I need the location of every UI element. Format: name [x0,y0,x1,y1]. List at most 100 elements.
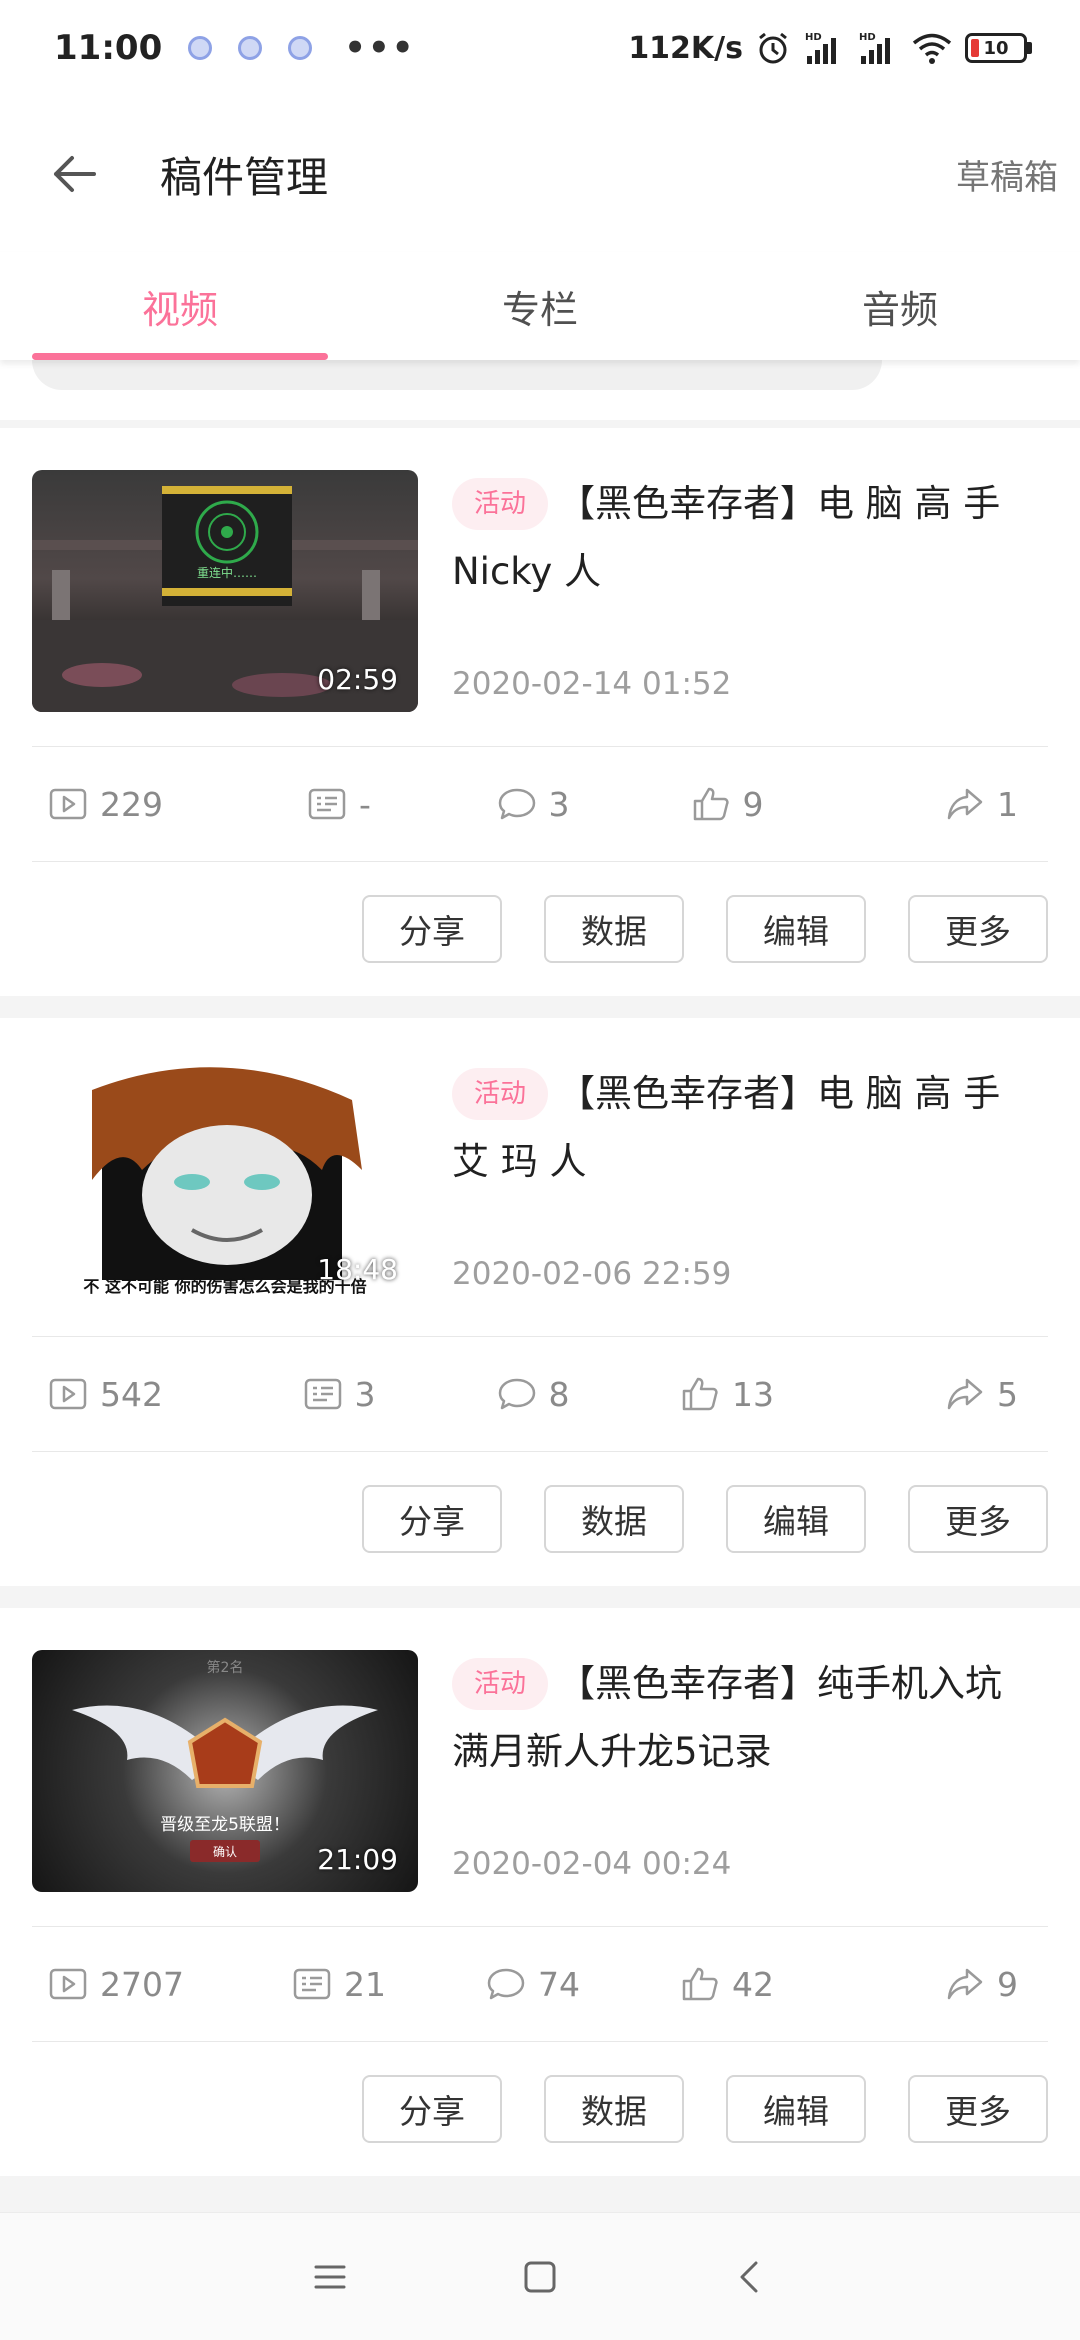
more-button[interactable]: 更多 [908,2075,1048,2143]
edit-button[interactable]: 编辑 [726,2075,866,2143]
share-icon [947,788,983,820]
thumbs-up-icon [682,1377,718,1411]
screen: 11:00 ••• 112K/s HD HD 10 稿件管理 草稿箱 视频 专栏… [0,0,1080,2340]
activity-tag: 活动 [452,1068,549,1120]
video-title-line2: Nicky 人 [452,550,602,593]
publish-date: 2020-02-14 01:52 [452,666,732,702]
share-button[interactable]: 分享 [362,1485,502,1553]
back-triangle-icon [740,2261,758,2292]
activity-tag: 活动 [452,1658,549,1710]
action-row: 分享 数据 编辑 更多 [0,1452,1080,1586]
stats-row: 229 - 3 9 1 [32,746,1048,862]
play-count: 229 [32,784,242,824]
comment-count: 74 [436,1964,630,2004]
menu-nav-button[interactable] [300,2247,360,2307]
video-duration: 02:59 [317,663,398,696]
more-button[interactable]: 更多 [908,1485,1048,1553]
danmaku-icon [308,788,346,820]
video-card: 不 这不可能 你的伤害怎么会是我的十倍 18:48 活动 【黑色幸存者】电 脑 高… [0,1018,1080,1586]
comment-icon [498,1378,535,1410]
play-count: 2707 [32,1964,242,2004]
notification-icons: ••• [188,28,415,68]
danmaku-icon [304,1378,341,1410]
tab-column[interactable]: 专栏 [360,252,720,360]
tab-audio[interactable]: 音频 [720,252,1080,360]
video-duration: 21:09 [317,1843,398,1876]
video-title-line1: 【黑色幸存者】纯手机入坑 [558,1662,1003,1705]
home-square-icon [524,2261,556,2292]
app-bar: 稿件管理 草稿箱 [0,96,1080,252]
svg-text:HD: HD [805,32,822,43]
notification-icon [288,36,313,60]
publish-date: 2020-02-06 22:59 [452,1256,732,1292]
stats-row: 542 3 8 13 5 [32,1336,1048,1452]
video-list: 重连中…… 02:59 活动 【黑色幸存者】电 脑 高 手 Nicky 人 202… [0,428,1080,2198]
action-row: 分享 数据 编辑 更多 [0,2042,1080,2176]
stats-row: 2707 21 74 42 9 [32,1926,1048,2042]
video-title[interactable]: 活动 【黑色幸存者】电 脑 高 手 [452,1060,1048,1128]
menu-icon [314,2265,346,2288]
data-button[interactable]: 数据 [544,2075,684,2143]
wifi-icon [912,33,952,64]
share-button[interactable]: 分享 [362,2075,502,2143]
home-nav-button[interactable] [510,2247,570,2307]
video-thumbnail[interactable]: 第2名 晋级至龙5联盟！ 确认 21:09 [32,1650,418,1892]
activity-tag: 活动 [452,478,549,530]
thumbnail-button-text: 确认 [213,1845,237,1859]
video-card: 重连中…… 02:59 活动 【黑色幸存者】电 脑 高 手 Nicky 人 202… [0,428,1080,996]
battery-level: 10 [983,37,1009,59]
thumbs-up-icon [682,1967,718,2001]
page-title: 稿件管理 [160,152,329,202]
more-notifications-icon: ••• [344,28,416,68]
back-nav-button[interactable] [720,2247,780,2307]
thumbnail-top-text: 第2名 [207,1659,244,1676]
video-title-line2: 艾 玛 人 [452,1140,587,1183]
system-nav-bar [0,2212,1080,2340]
video-title[interactable]: 活动 【黑色幸存者】纯手机入坑 [452,1650,1048,1718]
danmaku-count: - [242,784,436,824]
thumbs-up-icon [693,787,729,821]
video-thumbnail[interactable]: 不 这不可能 你的伤害怎么会是我的十倍 18:48 [32,1060,418,1302]
status-right: 112K/s HD HD 10 [628,30,1032,66]
signal-icon: HD [805,32,836,64]
like-count: 9 [630,784,824,824]
back-arrow-icon [54,156,96,192]
play-icon [49,1968,87,2000]
tab-video[interactable]: 视频 [0,252,360,360]
share-count: 1 [824,784,1048,824]
comment-count: 8 [436,1374,630,1414]
share-button[interactable]: 分享 [362,895,502,963]
video-title-line1: 【黑色幸存者】电 脑 高 手 [558,1072,1001,1115]
danmaku-count: 3 [242,1374,436,1414]
danmaku-icon [293,1968,331,2000]
video-title-line2: 满月新人升龙5记录 [452,1730,772,1773]
alarm-icon [759,32,787,64]
video-title-line1: 【黑色幸存者】电 脑 高 手 [558,482,1001,525]
more-button[interactable]: 更多 [908,895,1048,963]
play-count: 542 [32,1374,242,1414]
danmaku-count: 21 [242,1964,436,2004]
data-button[interactable]: 数据 [544,1485,684,1553]
play-icon [49,1378,87,1410]
tab-bar: 视频 专栏 音频 [0,252,1080,360]
data-button[interactable]: 数据 [544,895,684,963]
notification-icon [188,36,213,60]
edit-button[interactable]: 编辑 [726,1485,866,1553]
video-duration: 18:48 [317,1253,398,1286]
battery-icon: 10 [965,33,1032,63]
status-bar: 11:00 ••• 112K/s HD HD 10 [0,0,1080,96]
video-card: 第2名 晋级至龙5联盟！ 确认 21:09 活动 【黑色幸存者】纯手机入坑 满月新… [0,1608,1080,2176]
thumbnail-caption: 重连中…… [197,565,257,580]
net-speed: 112K/s [628,30,743,66]
like-count: 42 [630,1964,824,2004]
share-count: 9 [824,1964,1048,2004]
scrolled-item-remnant [0,330,1080,420]
comment-count: 3 [436,784,630,824]
video-title[interactable]: 活动 【黑色幸存者】电 脑 高 手 [452,470,1048,538]
edit-button[interactable]: 编辑 [726,895,866,963]
drafts-button[interactable]: 草稿箱 [956,150,1058,199]
video-thumbnail[interactable]: 重连中…… 02:59 [32,470,418,712]
comment-icon [498,788,535,820]
action-row: 分享 数据 编辑 更多 [0,862,1080,996]
back-button[interactable] [0,96,160,252]
